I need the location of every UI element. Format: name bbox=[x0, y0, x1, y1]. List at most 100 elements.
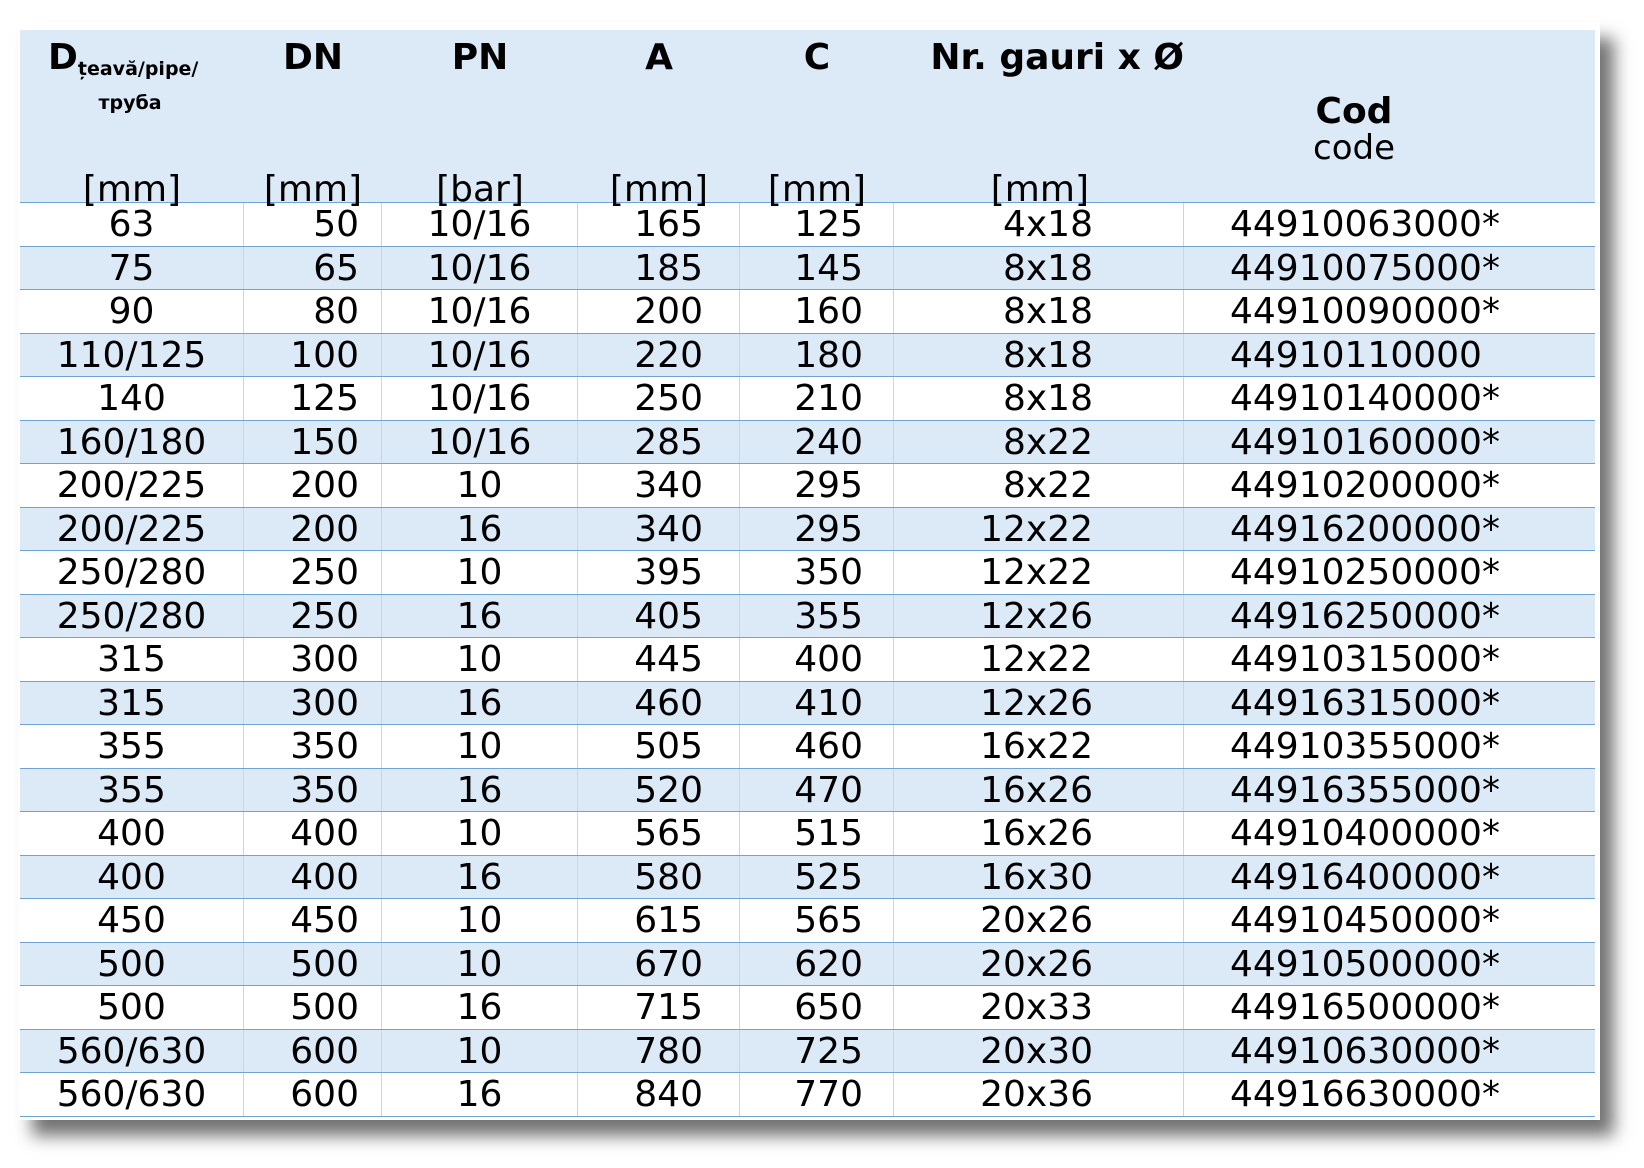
cell-code: 44910450000* bbox=[1230, 900, 1500, 941]
cell-dim-a: 395 bbox=[578, 551, 740, 594]
table-row: 63 50 10/16 165 125 4x18 44910063000* bbox=[20, 203, 1595, 247]
cell-dn: 65 bbox=[244, 246, 382, 289]
cell-dim-c: 240 bbox=[740, 420, 894, 463]
cell-holes: 8x22 bbox=[894, 420, 1184, 463]
cell-pn: 10 bbox=[382, 464, 578, 507]
cell-dim-c: 515 bbox=[740, 812, 894, 855]
table-row: 200/225 200 16 340 295 12x22 44916200000* bbox=[20, 507, 1595, 551]
header-code: Cod bbox=[1315, 91, 1393, 132]
cell-dim-a: 670 bbox=[578, 942, 740, 985]
cell-holes: 16x26 bbox=[894, 812, 1184, 855]
cell-pn: 10/16 bbox=[382, 246, 578, 289]
cell-dim-c: 350 bbox=[740, 551, 894, 594]
cell-holes: 20x26 bbox=[894, 899, 1184, 942]
cell-holes: 12x22 bbox=[894, 551, 1184, 594]
cell-dn: 500 bbox=[244, 942, 382, 985]
cell-dim-a: 840 bbox=[578, 1073, 740, 1116]
table-row: 560/630 600 16 840 770 20x36 44916630000* bbox=[20, 1073, 1595, 1117]
flange-spec-table: Dțeavă/pipe/ труба [mm] DN [mm] PN [bar]… bbox=[18, 22, 1600, 1120]
cell-dim-a: 505 bbox=[578, 725, 740, 768]
cell-dim-a: 165 bbox=[578, 203, 740, 246]
cell-holes: 8x22 bbox=[894, 464, 1184, 507]
cell-pn: 16 bbox=[382, 507, 578, 550]
cell-dim-c: 725 bbox=[740, 1029, 894, 1072]
cell-dim-c: 295 bbox=[740, 464, 894, 507]
cell-dim-a: 405 bbox=[578, 594, 740, 637]
cell-dn: 50 bbox=[244, 203, 382, 246]
cell-holes: 20x36 bbox=[894, 1073, 1184, 1116]
cell-dn: 400 bbox=[244, 855, 382, 898]
cell-dim-c: 460 bbox=[740, 725, 894, 768]
table-header: Dțeavă/pipe/ труба [mm] DN [mm] PN [bar]… bbox=[20, 30, 1595, 210]
cell-pipe-diameter: 560/630 bbox=[20, 1029, 244, 1072]
cell-dim-a: 580 bbox=[578, 855, 740, 898]
cell-holes: 8x18 bbox=[894, 290, 1184, 333]
cell-dim-c: 295 bbox=[740, 507, 894, 550]
cell-holes: 12x26 bbox=[894, 594, 1184, 637]
cell-dim-c: 145 bbox=[740, 246, 894, 289]
table-row: 450 450 10 615 565 20x26 44910450000* bbox=[20, 899, 1595, 943]
cell-dim-c: 180 bbox=[740, 333, 894, 376]
cell-holes: 20x26 bbox=[894, 942, 1184, 985]
table-row: 355 350 16 520 470 16x26 44916355000* bbox=[20, 768, 1595, 812]
cell-code: 44916250000* bbox=[1230, 595, 1500, 637]
cell-dn: 500 bbox=[244, 986, 382, 1029]
cell-dn: 100 bbox=[244, 333, 382, 376]
cell-dim-a: 250 bbox=[578, 377, 740, 420]
cell-pipe-diameter: 140 bbox=[20, 377, 244, 420]
cell-dn: 200 bbox=[244, 464, 382, 507]
header-d-subscript-ru: труба bbox=[98, 92, 162, 114]
cell-dim-c: 410 bbox=[740, 681, 894, 724]
cell-dim-a: 615 bbox=[578, 899, 740, 942]
cell-holes: 20x33 bbox=[894, 986, 1184, 1029]
table-row: 75 65 10/16 185 145 8x18 44910075000* bbox=[20, 246, 1595, 290]
cell-dim-a: 285 bbox=[578, 420, 740, 463]
table-row: 400 400 10 565 515 16x26 44910400000* bbox=[20, 812, 1595, 856]
cell-dn: 80 bbox=[244, 290, 382, 333]
cell-holes: 4x18 bbox=[894, 203, 1184, 246]
cell-dn: 150 bbox=[244, 420, 382, 463]
cell-pipe-diameter: 200/225 bbox=[20, 507, 244, 550]
cell-pn: 10 bbox=[382, 725, 578, 768]
cell-dn: 450 bbox=[244, 899, 382, 942]
cell-code: 44916630000* bbox=[1230, 1074, 1500, 1115]
cell-code: 44916315000* bbox=[1230, 682, 1500, 724]
cell-pipe-diameter: 75 bbox=[20, 246, 244, 289]
header-dn: DN bbox=[282, 37, 343, 78]
cell-code: 44910630000* bbox=[1230, 1030, 1500, 1072]
cell-pn: 10 bbox=[382, 638, 578, 681]
cell-holes: 12x22 bbox=[894, 638, 1184, 681]
cell-holes: 20x30 bbox=[894, 1029, 1184, 1072]
cell-code: 44916500000* bbox=[1230, 987, 1500, 1028]
cell-pn: 10/16 bbox=[382, 290, 578, 333]
cell-pipe-diameter: 355 bbox=[20, 768, 244, 811]
table-row: 140 125 10/16 250 210 8x18 44910140000* bbox=[20, 377, 1595, 421]
cell-pipe-diameter: 315 bbox=[20, 681, 244, 724]
cell-dn: 350 bbox=[244, 768, 382, 811]
cell-holes: 8x18 bbox=[894, 333, 1184, 376]
cell-code: 44910315000* bbox=[1230, 639, 1500, 680]
cell-dn: 300 bbox=[244, 638, 382, 681]
cell-dim-c: 565 bbox=[740, 899, 894, 942]
cell-dim-a: 715 bbox=[578, 986, 740, 1029]
table-row: 110/125 100 10/16 220 180 8x18 44910110000 bbox=[20, 333, 1595, 377]
cell-pn: 10 bbox=[382, 1029, 578, 1072]
header-pn: PN bbox=[451, 37, 509, 78]
table-row: 355 350 10 505 460 16x22 44910355000* bbox=[20, 725, 1595, 769]
cell-dim-a: 220 bbox=[578, 333, 740, 376]
header-code-sub: code bbox=[1313, 128, 1395, 168]
header-holes: Nr. gauri x Ø bbox=[930, 37, 1184, 78]
cell-pn: 16 bbox=[382, 1073, 578, 1116]
cell-dim-a: 445 bbox=[578, 638, 740, 681]
cell-dim-c: 470 bbox=[740, 768, 894, 811]
cell-pipe-diameter: 250/280 bbox=[20, 551, 244, 594]
table-row: 250/280 250 16 405 355 12x26 44916250000* bbox=[20, 594, 1595, 638]
cell-pipe-diameter: 63 bbox=[20, 203, 244, 246]
table-row: 160/180 150 10/16 285 240 8x22 44910160000* bbox=[20, 420, 1595, 464]
header-d-subscript: țeavă/pipe/ bbox=[77, 58, 199, 80]
cell-dim-a: 460 bbox=[578, 681, 740, 724]
cell-dim-c: 355 bbox=[740, 594, 894, 637]
cell-code: 44916355000* bbox=[1230, 769, 1500, 811]
table-row: 200/225 200 10 340 295 8x22 44910200000* bbox=[20, 464, 1595, 508]
cell-dim-c: 210 bbox=[740, 377, 894, 420]
